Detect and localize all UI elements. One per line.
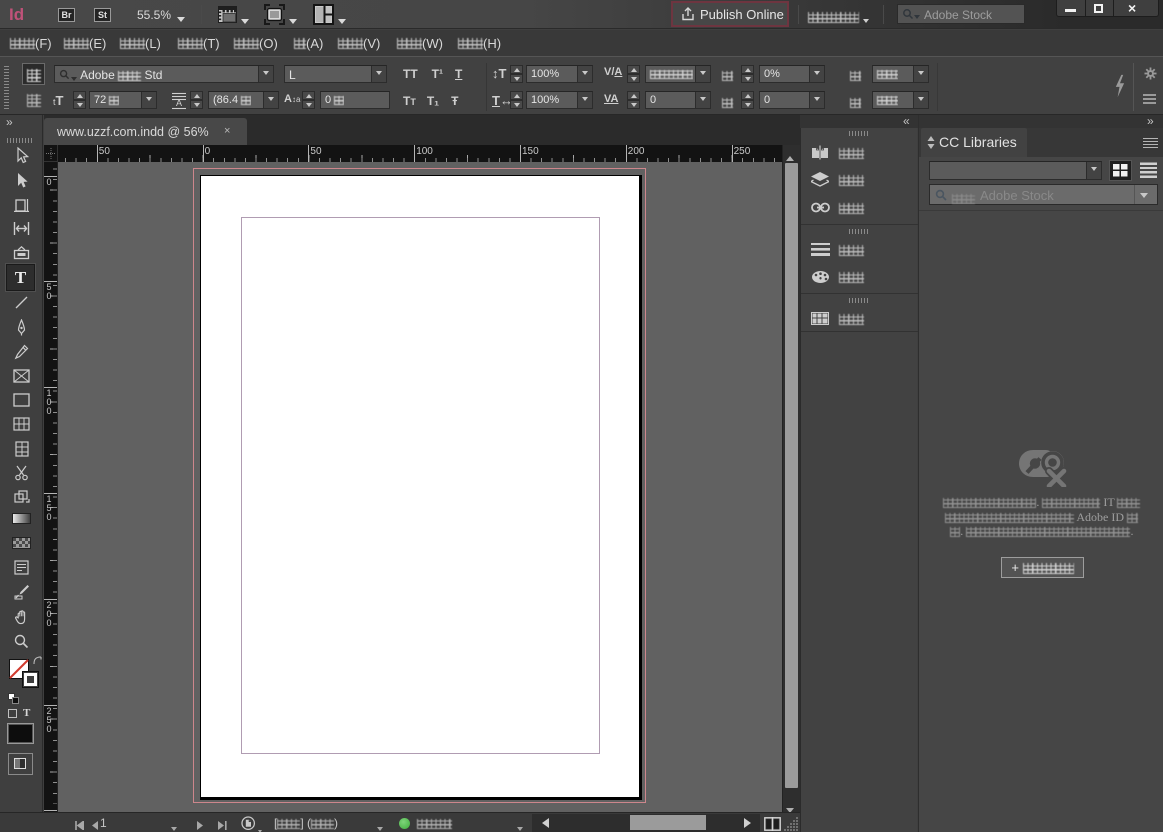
- svg-text:A: A: [176, 98, 182, 108]
